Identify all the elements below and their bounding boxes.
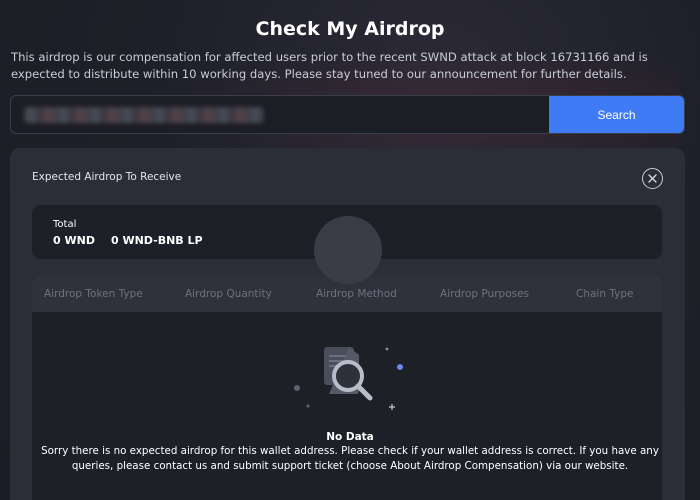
close-icon [648,174,657,183]
intro-text: This airdrop is our compensation for aff… [11,50,648,81]
empty-search-icon [285,195,415,430]
search-button[interactable]: Search [549,96,684,133]
total-lp: 0 WND-BNB LP [110,234,203,247]
column-header-quantity: Airdrop Quantity [185,288,272,300]
column-header-purposes: Airdrop Purposes [440,288,530,300]
no-data-description: Sorry there is no expected airdrop for t… [41,445,659,472]
total-values: 0 WND 0 WND-BNB LP [53,234,203,247]
total-wnd: 0 WND [53,234,95,247]
page-title: Check My Airdrop [255,18,445,40]
close-button[interactable] [642,168,663,189]
total-label: Total [53,219,77,230]
no-data-title: No Data [326,431,374,443]
wallet-address-input[interactable] [11,96,549,133]
column-header-chain-type: Chain Type [576,288,634,300]
column-header-token-type: Airdrop Token Type [44,288,143,300]
search-bar: Search [10,95,685,134]
panel-title: Expected Airdrop To Receive [32,171,182,183]
